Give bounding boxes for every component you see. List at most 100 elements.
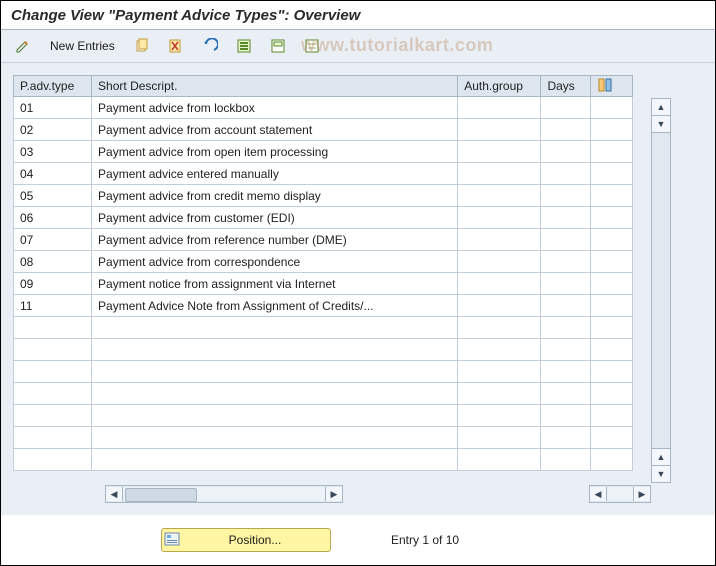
cell-type[interactable] (13, 317, 92, 339)
cell-type[interactable]: 11 (13, 295, 92, 317)
cell-auth[interactable] (458, 141, 541, 163)
table-row[interactable]: 05Payment advice from credit memo displa… (13, 185, 633, 207)
cell-days[interactable] (541, 361, 591, 383)
cell-type[interactable] (13, 383, 92, 405)
cell-type[interactable]: 05 (13, 185, 92, 207)
cell-auth[interactable] (458, 427, 541, 449)
cell-auth[interactable] (458, 185, 541, 207)
table-row-empty[interactable] (13, 405, 633, 427)
cell-desc[interactable] (92, 317, 458, 339)
cell-desc[interactable]: Payment advice from lockbox (92, 97, 458, 119)
vertical-scrollbar[interactable]: ▲ ▼ ▲ ▼ (651, 98, 671, 483)
toggle-view-button[interactable] (7, 34, 39, 58)
cell-days[interactable] (541, 185, 591, 207)
cell-auth[interactable] (458, 273, 541, 295)
scroll-up-step-button[interactable]: ▲ (652, 448, 670, 465)
cell-desc[interactable]: Payment advice from account statement (92, 119, 458, 141)
cell-days[interactable] (541, 427, 591, 449)
cell-type[interactable]: 07 (13, 229, 92, 251)
scroll-thumb-aux[interactable] (607, 487, 633, 501)
table-row[interactable]: 11Payment Advice Note from Assignment of… (13, 295, 633, 317)
scroll-down-button[interactable]: ▼ (652, 465, 670, 482)
cell-days[interactable] (541, 207, 591, 229)
scroll-thumb[interactable] (123, 487, 325, 501)
undo-button[interactable] (194, 34, 226, 58)
cell-auth[interactable] (458, 405, 541, 427)
cell-days[interactable] (541, 251, 591, 273)
scroll-down-step-button[interactable]: ▼ (652, 116, 670, 133)
column-header-desc[interactable]: Short Descript. (92, 75, 458, 97)
cell-days[interactable] (541, 163, 591, 185)
cell-auth[interactable] (458, 119, 541, 141)
cell-type[interactable] (13, 405, 92, 427)
cell-auth[interactable] (458, 339, 541, 361)
column-header-auth[interactable]: Auth.group (458, 75, 541, 97)
cell-days[interactable] (541, 119, 591, 141)
cell-days[interactable] (541, 317, 591, 339)
column-header-days[interactable]: Days (541, 75, 591, 97)
cell-days[interactable] (541, 229, 591, 251)
scroll-track[interactable] (652, 133, 670, 448)
cell-desc[interactable] (92, 361, 458, 383)
cell-type[interactable]: 01 (13, 97, 92, 119)
cell-auth[interactable] (458, 449, 541, 471)
column-header-type[interactable]: P.adv.type (13, 75, 92, 97)
table-row[interactable]: 08Payment advice from correspondence (13, 251, 633, 273)
cell-desc[interactable] (92, 427, 458, 449)
cell-desc[interactable]: Payment advice from correspondence (92, 251, 458, 273)
cell-type[interactable] (13, 339, 92, 361)
cell-desc[interactable]: Payment advice from reference number (DM… (92, 229, 458, 251)
position-button[interactable]: Position... (161, 528, 331, 552)
new-entries-button[interactable]: New Entries (41, 34, 124, 58)
cell-days[interactable] (541, 383, 591, 405)
deselect-all-button[interactable] (296, 34, 328, 58)
table-row[interactable]: 02Payment advice from account statement (13, 119, 633, 141)
cell-days[interactable] (541, 97, 591, 119)
table-row[interactable]: 07Payment advice from reference number (… (13, 229, 633, 251)
cell-type[interactable] (13, 449, 92, 471)
cell-auth[interactable] (458, 229, 541, 251)
scroll-left-button[interactable]: ◀ (106, 487, 123, 501)
cell-desc[interactable]: Payment Advice Note from Assignment of C… (92, 295, 458, 317)
cell-days[interactable] (541, 295, 591, 317)
copy-button[interactable] (126, 34, 158, 58)
table-row[interactable]: 09Payment notice from assignment via Int… (13, 273, 633, 295)
cell-type[interactable] (13, 361, 92, 383)
cell-type[interactable]: 04 (13, 163, 92, 185)
cell-days[interactable] (541, 339, 591, 361)
table-row[interactable]: 06Payment advice from customer (EDI) (13, 207, 633, 229)
cell-days[interactable] (541, 449, 591, 471)
horizontal-scrollbar-left[interactable]: ◀ ▶ (105, 485, 343, 503)
table-row[interactable]: 03Payment advice from open item processi… (13, 141, 633, 163)
scroll-right-button[interactable]: ▶ (325, 487, 342, 501)
delete-button[interactable] (160, 34, 192, 58)
scroll-right-aux-button[interactable]: ▶ (633, 487, 650, 501)
cell-type[interactable] (13, 427, 92, 449)
cell-type[interactable]: 02 (13, 119, 92, 141)
scroll-left-aux-button[interactable]: ◀ (590, 487, 607, 501)
cell-days[interactable] (541, 273, 591, 295)
table-row-empty[interactable] (13, 449, 633, 471)
column-config-button[interactable] (591, 75, 633, 97)
cell-desc[interactable]: Payment notice from assignment via Inter… (92, 273, 458, 295)
cell-desc[interactable]: Payment advice from credit memo display (92, 185, 458, 207)
select-all-button[interactable] (228, 34, 260, 58)
cell-desc[interactable] (92, 449, 458, 471)
horizontal-scrollbar-right[interactable]: ◀ ▶ (589, 485, 651, 503)
cell-desc[interactable] (92, 383, 458, 405)
table-row-empty[interactable] (13, 427, 633, 449)
table-row-empty[interactable] (13, 317, 633, 339)
cell-auth[interactable] (458, 163, 541, 185)
cell-auth[interactable] (458, 383, 541, 405)
cell-auth[interactable] (458, 317, 541, 339)
table-row-empty[interactable] (13, 383, 633, 405)
cell-desc[interactable]: Payment advice from open item processing (92, 141, 458, 163)
cell-desc[interactable]: Payment advice entered manually (92, 163, 458, 185)
select-block-button[interactable] (262, 34, 294, 58)
cell-days[interactable] (541, 141, 591, 163)
table-row-empty[interactable] (13, 361, 633, 383)
cell-type[interactable]: 03 (13, 141, 92, 163)
cell-auth[interactable] (458, 207, 541, 229)
table-row[interactable]: 01Payment advice from lockbox (13, 97, 633, 119)
cell-auth[interactable] (458, 361, 541, 383)
